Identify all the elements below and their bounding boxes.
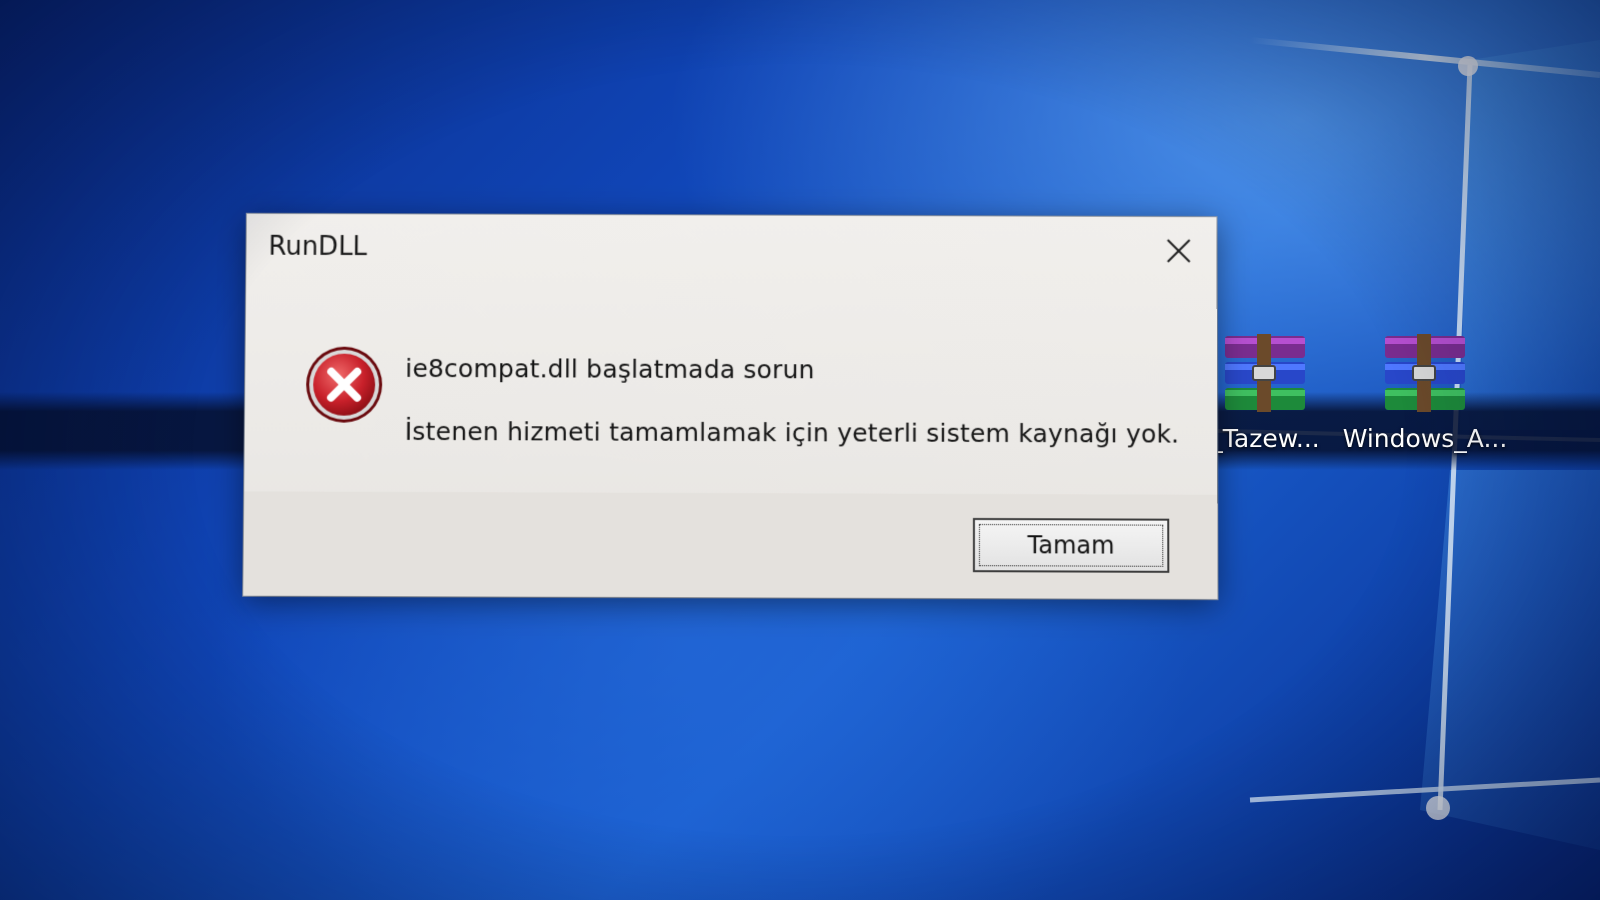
desktop-icon-label: Windows_A... bbox=[1342, 424, 1508, 453]
error-icon bbox=[306, 346, 383, 423]
dialog-title: RunDLL bbox=[268, 231, 368, 263]
dialog-footer: Tamam bbox=[243, 491, 1218, 600]
desktop: _Tazew... Windows_A... RunDLL ie8compat.… bbox=[0, 0, 1600, 900]
error-message-body: İstenen hizmeti tamamlamak için yeterli … bbox=[404, 416, 1180, 449]
rundll-error-dialog: RunDLL ie8compat.dll başlatmada sorun İs… bbox=[243, 213, 1218, 600]
close-icon bbox=[1165, 237, 1193, 265]
winrar-archive-icon bbox=[1225, 334, 1305, 412]
winrar-archive-icon bbox=[1385, 334, 1465, 412]
dialog-body: ie8compat.dll başlatmada sorun İstenen h… bbox=[244, 284, 1217, 495]
close-button[interactable] bbox=[1155, 229, 1203, 273]
dialog-titlebar[interactable]: RunDLL bbox=[246, 214, 1217, 287]
desktop-icon-windows-a[interactable]: Windows_A... bbox=[1340, 330, 1510, 453]
ok-button-label: Tamam bbox=[1027, 531, 1115, 560]
error-message-title: ie8compat.dll başlatmada sorun bbox=[405, 353, 815, 385]
ok-button[interactable]: Tamam bbox=[972, 517, 1170, 573]
